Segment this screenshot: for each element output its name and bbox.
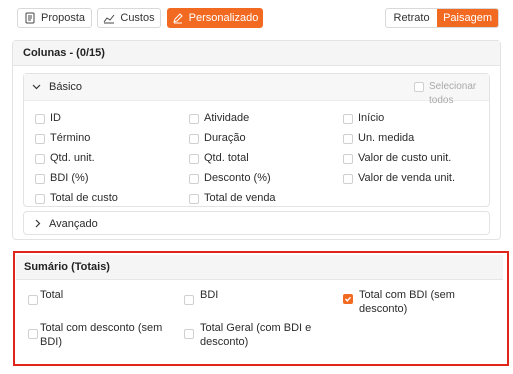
col-checkbox-valor-custo-unit[interactable] [343,154,353,164]
col-checkbox-bdi[interactable] [35,174,45,184]
personalizado-button[interactable]: Personalizado [167,8,263,28]
select-all-checkbox[interactable] [414,82,424,92]
col-checkbox-total-custo[interactable] [35,194,45,204]
col-label-total-venda: Total de venda [204,192,276,204]
col-label-id: ID [50,112,61,124]
document-icon [24,12,36,24]
col-label-valor-venda-unit: Valor de venda unit. [358,172,456,184]
custos-label: Custos [120,12,155,24]
basico-section: Básico Selecionar todos ID Atividade Iní… [23,73,490,207]
col-checkbox-inicio[interactable] [343,114,353,124]
col-label-qtd-total: Qtd. total [204,152,249,164]
chevron-right-icon[interactable] [33,219,42,231]
col-label-atividade: Atividade [204,112,250,124]
col-checkbox-qtd-total[interactable] [189,154,199,164]
col-label-inicio: Início [358,112,385,124]
retrato-button[interactable]: Retrato [386,9,437,27]
col-checkbox-un-medida[interactable] [343,134,353,144]
pencil-icon [172,12,184,24]
col-label-duracao: Duração [204,132,246,144]
colunas-panel: Colunas - (0/15) Básico Selecionar todos… [12,40,501,240]
col-label-desconto: Desconto (%) [204,172,271,184]
col-label-valor-custo-unit: Valor de custo unit. [358,152,452,164]
col-checkbox-id[interactable] [35,114,45,124]
colunas-title: Colunas - (0/15) [23,47,105,59]
select-all-label: Selecionar todos [429,81,477,106]
chart-line-icon [103,12,115,24]
proposta-button[interactable]: Proposta [17,8,92,28]
col-checkbox-duracao[interactable] [189,134,199,144]
personalizado-label: Personalizado [188,12,259,24]
col-checkbox-total-venda[interactable] [189,194,199,204]
chevron-down-icon[interactable] [32,82,41,94]
col-checkbox-qtd-unit[interactable] [35,154,45,164]
col-label-un-medida: Un. medida [358,132,415,144]
col-checkbox-atividade[interactable] [189,114,199,124]
avancado-title: Avançado [49,218,98,230]
orientation-toggle: Retrato Paisagem [385,8,499,28]
basico-title: Básico [49,81,83,93]
col-label-termino: Término [50,132,91,144]
col-checkbox-termino[interactable] [35,134,45,144]
avancado-section[interactable]: Avançado [23,211,490,235]
custos-button[interactable]: Custos [97,8,161,28]
highlight-box [13,251,509,366]
col-checkbox-valor-venda-unit[interactable] [343,174,353,184]
proposta-label: Proposta [40,12,86,24]
col-label-bdi: BDI (%) [50,172,89,184]
col-checkbox-desconto[interactable] [189,174,199,184]
col-label-total-custo: Total de custo [50,192,118,204]
paisagem-button[interactable]: Paisagem [437,9,498,27]
col-label-qtd-unit: Qtd. unit. [50,152,95,164]
colunas-header: Colunas - (0/15) [13,41,500,66]
